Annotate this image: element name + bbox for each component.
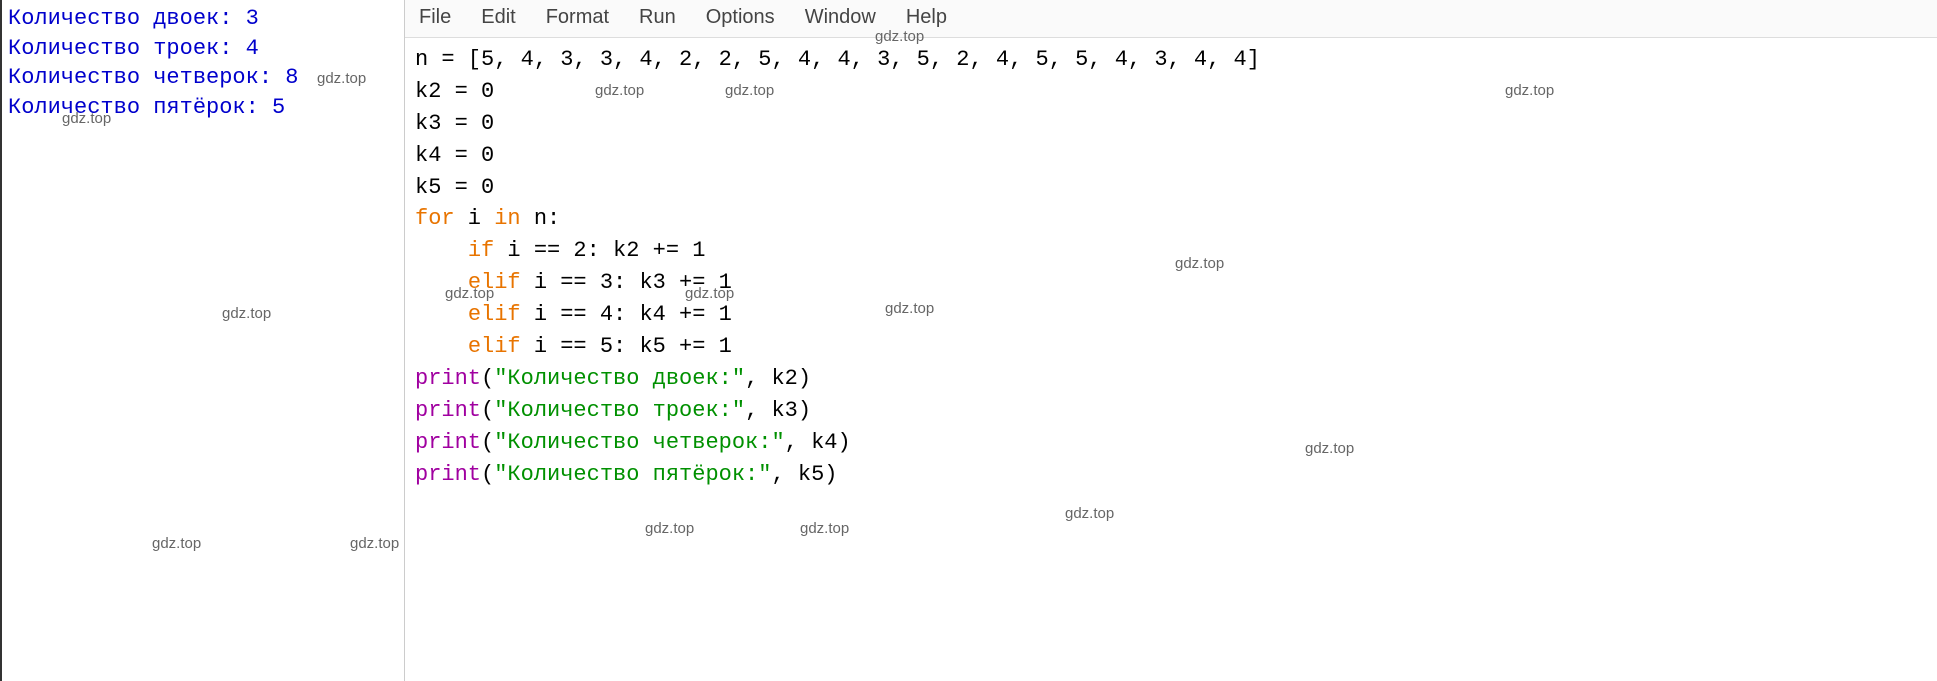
code-line: if i == 2: k2 += 1 xyxy=(415,235,1927,267)
code-line: print("Количество троек:", k3) xyxy=(415,395,1927,427)
code-line: print("Количество двоек:", k2) xyxy=(415,363,1927,395)
menubar: File Edit Format Run Options Window Help xyxy=(405,0,1937,38)
code-line: k2 = 0 xyxy=(415,76,1927,108)
watermark: gdz.top xyxy=(152,535,201,552)
code-line: print("Количество четверок:", k4) xyxy=(415,427,1927,459)
editor-pane: File Edit Format Run Options Window Help… xyxy=(405,0,1937,681)
menu-format[interactable]: Format xyxy=(542,4,625,31)
code-line: n = [5, 4, 3, 3, 4, 2, 2, 5, 4, 4, 3, 5,… xyxy=(415,44,1927,76)
menu-run[interactable]: Run xyxy=(635,4,692,31)
watermark: gdz.top xyxy=(222,305,271,322)
code-editor[interactable]: n = [5, 4, 3, 3, 4, 2, 2, 5, 4, 4, 3, 5,… xyxy=(405,38,1937,681)
output-line: Количество троек: 4 xyxy=(8,34,398,64)
shell-output-pane: Количество двоек: 3 Количество троек: 4 … xyxy=(0,0,405,681)
menu-help[interactable]: Help xyxy=(902,4,963,31)
output-line: Количество четверок: 8 xyxy=(8,63,398,93)
code-line: elif i == 5: k5 += 1 xyxy=(415,331,1927,363)
code-line: for i in n: xyxy=(415,203,1927,235)
code-line: elif i == 4: k4 += 1 xyxy=(415,299,1927,331)
watermark: gdz.top xyxy=(645,518,694,540)
watermark: gdz.top xyxy=(800,518,849,540)
code-line: k5 = 0 xyxy=(415,172,1927,204)
code-line: k4 = 0 xyxy=(415,140,1927,172)
menu-options[interactable]: Options xyxy=(702,4,791,31)
output-line: Количество двоек: 3 xyxy=(8,4,398,34)
code-line: elif i == 3: k3 += 1 xyxy=(415,267,1927,299)
code-line: print("Количество пятёрок:", k5) xyxy=(415,459,1927,491)
code-line: k3 = 0 xyxy=(415,108,1927,140)
output-line: Количество пятёрок: 5 xyxy=(8,93,398,123)
menu-file[interactable]: File xyxy=(415,4,467,31)
watermark: gdz.top xyxy=(1065,503,1114,525)
menu-edit[interactable]: Edit xyxy=(477,4,531,31)
menu-window[interactable]: Window xyxy=(801,4,892,31)
